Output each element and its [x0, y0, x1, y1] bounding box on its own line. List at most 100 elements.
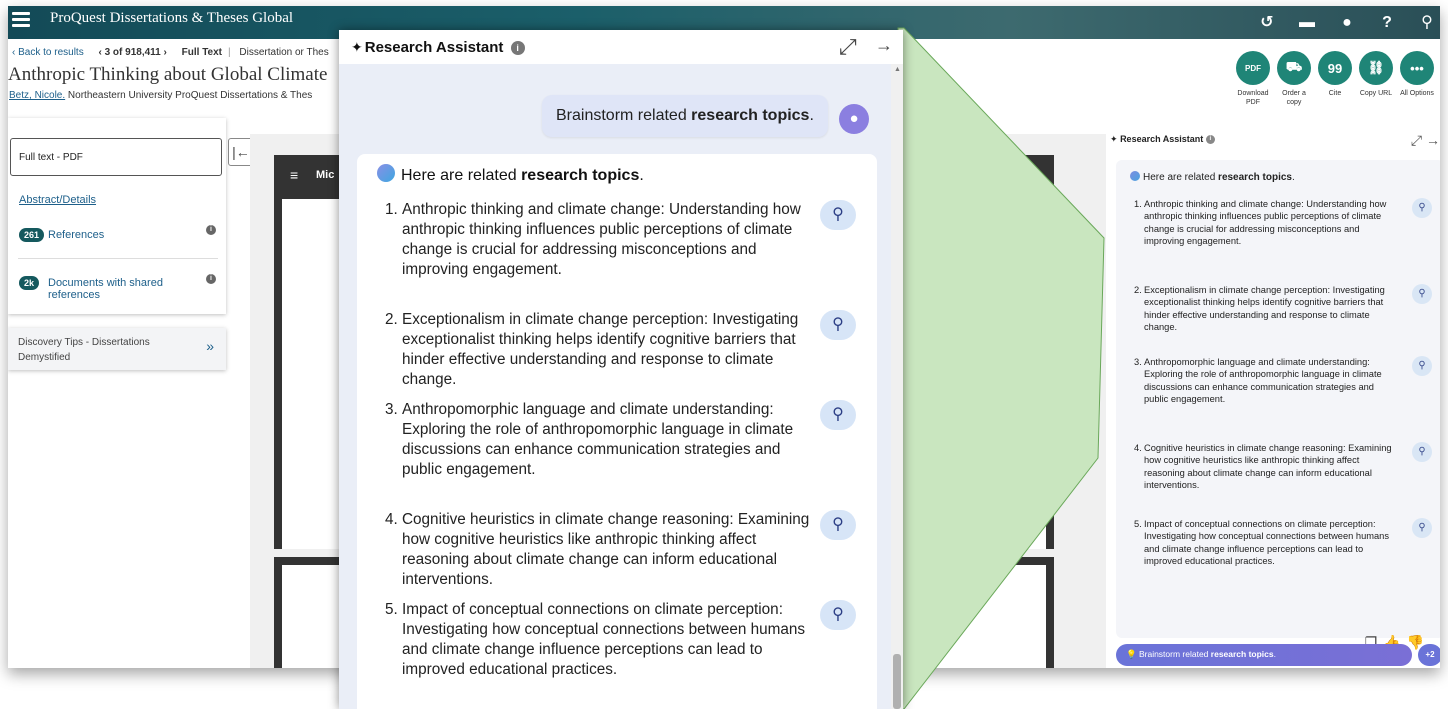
info-icon[interactable]: i [1205, 135, 1215, 145]
references-link[interactable]: References [48, 229, 104, 241]
pdf-menu-icon[interactable]: ≡ [290, 167, 298, 183]
breadcrumb: ‹ Back to results ‹ 3 of 918,411 › Full … [12, 47, 329, 58]
affiliation: Northeastern University ProQuest Dissert… [67, 90, 313, 101]
info-icon[interactable]: i [510, 41, 525, 55]
search-topic-button[interactable]: ⚲ [820, 600, 856, 630]
expand-icon[interactable]: ⤢ → [1411, 132, 1440, 149]
search-topic-button[interactable]: ⚲ [820, 310, 856, 340]
back-to-results-link[interactable]: ‹ Back to results [12, 47, 84, 58]
search-topic-button[interactable]: ⚲ [1412, 198, 1432, 218]
topic-number: 2. [385, 311, 398, 328]
topic-number: 2. [1134, 285, 1142, 295]
action-cart-button[interactable]: ⛟ Order a copy [1275, 51, 1313, 107]
search-icon[interactable]: ⚲ [1418, 14, 1436, 32]
scrollbar[interactable]: ▲ [891, 64, 903, 709]
shared-references-line1: Documents with shared [48, 277, 163, 289]
cart-icon: ⛟ [1277, 51, 1311, 85]
shared-references-link[interactable]: Documents with shared references [48, 277, 163, 301]
action-link-button[interactable]: ⛓ Copy URL [1357, 51, 1395, 107]
scrollbar-thumb[interactable] [893, 654, 901, 709]
lightbulb-icon: 💡 [1126, 649, 1137, 659]
sparkle-icon: ✦ [351, 39, 363, 55]
shared-references-line2: references [48, 289, 100, 301]
topic-list-item: 1. Anthropic thinking and climate change:… [385, 200, 815, 280]
chevron-right-icon: » [206, 338, 214, 354]
assistant-avatar-icon [1130, 171, 1140, 181]
topic-number: 3. [385, 401, 398, 418]
search-topic-button[interactable]: ⚲ [820, 200, 856, 230]
left-sidebar: Full text - PDF Abstract/Details 261 Ref… [8, 118, 226, 314]
doc-type-label: Dissertation or Thes [239, 47, 329, 58]
intro-bold: research topics [1218, 172, 1292, 183]
action-download-pdf-button[interactable]: PDF Download PDF [1234, 51, 1272, 107]
topic-list-item: 3. Anthropomorphic language and climate u… [385, 400, 815, 480]
folder-icon[interactable]: ▬ [1298, 14, 1316, 32]
link-icon: ⛓ [1359, 51, 1393, 85]
expand-icon[interactable]: ⤢ [839, 34, 857, 60]
info-icon[interactable]: i [206, 274, 216, 284]
topic-text: Impact of conceptual connections on clim… [402, 601, 806, 678]
info-icon[interactable]: i [206, 225, 216, 235]
prompt-bold: research topics [1210, 649, 1274, 659]
discovery-tips-panel[interactable]: Discovery Tips - Dissertations Demystifi… [8, 328, 226, 370]
intro-bold: research topics [521, 167, 640, 184]
shared-count-badge: 2k [19, 276, 40, 290]
action-label: Download PDF [1237, 90, 1269, 106]
scroll-up-icon[interactable]: ▲ [894, 66, 901, 73]
search-topic-button[interactable]: ⚲ [1412, 284, 1432, 304]
topic-text: Impact of conceptual connections on clim… [1144, 519, 1389, 566]
result-position[interactable]: ‹ 3 of 918,411 › [98, 47, 166, 58]
user-avatar-icon: ● [839, 104, 869, 134]
close-panel-arrow-icon[interactable]: → [875, 35, 893, 56]
history-icon[interactable]: ↺ [1258, 14, 1276, 32]
topic-number: 4. [1134, 443, 1142, 453]
assistant-avatar-icon [377, 164, 395, 182]
user-icon[interactable]: ● [1338, 14, 1356, 32]
more-icon: ••• [1400, 51, 1434, 85]
research-assistant-title-row: ✦ Research Assistant i [351, 39, 525, 56]
sparkle-icon: ✦ [1110, 134, 1118, 144]
action-more-button[interactable]: ••• All Options [1398, 51, 1436, 107]
search-topic-button[interactable]: ⚲ [1412, 442, 1432, 462]
search-topic-button[interactable]: ⚲ [820, 510, 856, 540]
research-assistant-title: Research Assistant [364, 39, 504, 56]
author-link[interactable]: Betz, Nicole. [9, 90, 65, 101]
suggested-prompt-chip[interactable]: 💡 Brainstorm related research topics. [1116, 644, 1412, 666]
more-prompts-button[interactable]: +2 [1418, 644, 1440, 666]
action-toolbar: PDF Download PDF ⛟ Order a copy 99 Cite ⛓ Copy … [1234, 51, 1436, 107]
document-title: Anthropic Thinking about Global Climate [8, 64, 328, 85]
user-message-bold: research topics [691, 107, 810, 124]
user-message-bubble: Brainstorm related research topics. [542, 95, 828, 137]
topic-number: 5. [1134, 519, 1142, 529]
topic-number: 3. [1134, 357, 1142, 367]
research-assistant-header: ✦ Research Assistant i [1110, 134, 1215, 145]
topic-list-item: 4. Cognitive heuristics in climate change… [1134, 442, 1392, 491]
abstract-details-link[interactable]: Abstract/Details [19, 194, 96, 206]
topic-text: Anthropomorphic language and climate und… [1144, 357, 1382, 404]
tips-line2: Demystified [18, 352, 71, 363]
topic-text: Exceptionalism in climate change percept… [1144, 285, 1385, 332]
full-text-label: Full Text [181, 47, 223, 58]
topic-list-item: 3. Anthropomorphic language and climate u… [1134, 356, 1392, 405]
search-topic-button[interactable]: ⚲ [820, 400, 856, 430]
help-icon[interactable]: ? [1378, 14, 1396, 32]
user-message-suffix: . [809, 107, 814, 124]
topic-list-item: 1. Anthropic thinking and climate change:… [1134, 198, 1392, 247]
brand-title[interactable]: ProQuest Dissertations & Theses Global [50, 10, 293, 27]
byline: Betz, Nicole. Northeastern University Pr… [9, 90, 312, 101]
search-topic-button[interactable]: ⚲ [1412, 518, 1432, 538]
hamburger-menu-icon[interactable] [12, 12, 30, 28]
pdf-toolbar-title: Mic [316, 169, 335, 181]
search-topic-button[interactable]: ⚲ [1412, 356, 1432, 376]
topic-list-item: 5. Impact of conceptual connections on cl… [385, 600, 815, 680]
tips-line1: Discovery Tips - Dissertations [18, 337, 150, 348]
chat-body: Brainstorm related research topics. ● He… [339, 64, 891, 709]
response-intro: Here are related research topics. [1130, 171, 1295, 183]
intro-suffix: . [1291, 172, 1295, 183]
response-card: Here are related research topics. ❐👍👎 1.… [1116, 160, 1440, 650]
full-text-pdf-option[interactable]: Full text - PDF [10, 138, 222, 176]
topic-text: Anthropic thinking and climate change: U… [402, 201, 801, 278]
response-card: Here are related research topics. ❐👍👎 1.… [357, 154, 877, 709]
action-quote-button[interactable]: 99 Cite [1316, 51, 1354, 107]
research-assistant-header: ✦ Research Assistant i ⤢ → [339, 30, 903, 64]
